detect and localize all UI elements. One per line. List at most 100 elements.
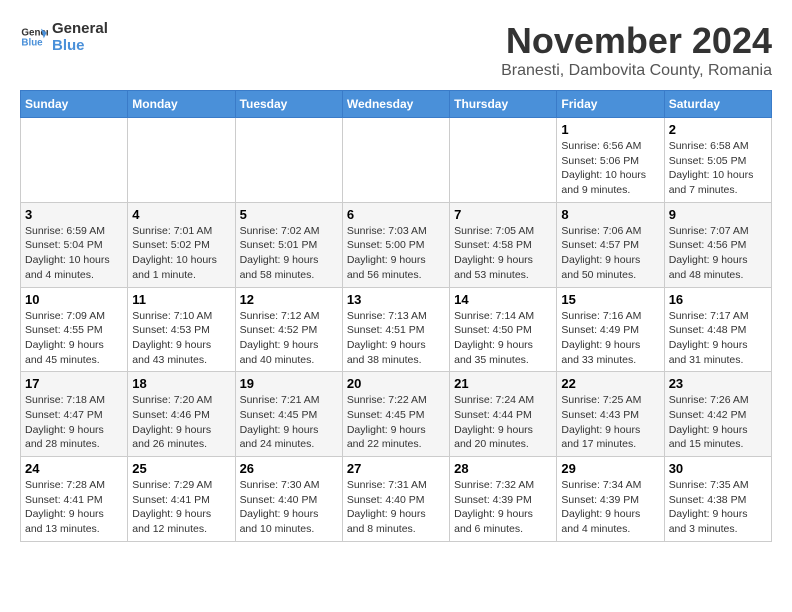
day-number: 25	[132, 461, 230, 476]
weekday-header-wednesday: Wednesday	[342, 91, 449, 118]
day-cell: 15Sunrise: 7:16 AM Sunset: 4:49 PM Dayli…	[557, 287, 664, 372]
day-number: 16	[669, 292, 767, 307]
day-number: 19	[240, 376, 338, 391]
logo-blue: Blue	[52, 37, 108, 54]
logo-general: General	[52, 20, 108, 37]
day-cell	[450, 118, 557, 203]
day-info: Sunrise: 7:28 AM Sunset: 4:41 PM Dayligh…	[25, 478, 123, 537]
day-info: Sunrise: 7:12 AM Sunset: 4:52 PM Dayligh…	[240, 309, 338, 368]
day-number: 2	[669, 122, 767, 137]
calendar-header: SundayMondayTuesdayWednesdayThursdayFrid…	[21, 91, 772, 118]
day-cell: 8 Sunrise: 7:06 AM Sunset: 4:57 PM Daylig…	[557, 202, 664, 287]
day-info: Sunrise: 7:31 AM Sunset: 4:40 PM Dayligh…	[347, 478, 445, 537]
day-cell: 6 Sunrise: 7:03 AM Sunset: 5:00 PM Daylig…	[342, 202, 449, 287]
week-row-3: 10 Sunrise: 7:09 AM Sunset: 4:55 PM Dayli…	[21, 287, 772, 372]
day-number: 13	[347, 292, 445, 307]
day-number: 14	[454, 292, 552, 307]
day-number: 21	[454, 376, 552, 391]
day-cell: 10 Sunrise: 7:09 AM Sunset: 4:55 PM Dayli…	[21, 287, 128, 372]
day-cell: 11Sunrise: 7:10 AM Sunset: 4:53 PM Dayli…	[128, 287, 235, 372]
day-info: Sunrise: 7:30 AM Sunset: 4:40 PM Dayligh…	[240, 478, 338, 537]
day-cell: 20Sunrise: 7:22 AM Sunset: 4:45 PM Dayli…	[342, 372, 449, 457]
week-row-1: 1Sunrise: 6:56 AM Sunset: 5:06 PM Daylig…	[21, 118, 772, 203]
day-number: 30	[669, 461, 767, 476]
day-info: Sunrise: 7:17 AM Sunset: 4:48 PM Dayligh…	[669, 309, 767, 368]
day-number: 5	[240, 207, 338, 222]
day-cell: 17Sunrise: 7:18 AM Sunset: 4:47 PM Dayli…	[21, 372, 128, 457]
day-info: Sunrise: 7:26 AM Sunset: 4:42 PM Dayligh…	[669, 393, 767, 452]
day-info: Sunrise: 7:25 AM Sunset: 4:43 PM Dayligh…	[561, 393, 659, 452]
weekday-header-thursday: Thursday	[450, 91, 557, 118]
day-number: 18	[132, 376, 230, 391]
logo-icon: General Blue	[20, 23, 48, 51]
title-block: November 2024 Branesti, Dambovita County…	[501, 20, 772, 80]
day-cell: 21 Sunrise: 7:24 AM Sunset: 4:44 PM Dayli…	[450, 372, 557, 457]
day-number: 15	[561, 292, 659, 307]
logo: General Blue General Blue	[20, 20, 108, 54]
day-cell: 28Sunrise: 7:32 AM Sunset: 4:39 PM Dayli…	[450, 457, 557, 542]
day-cell: 5 Sunrise: 7:02 AM Sunset: 5:01 PM Daylig…	[235, 202, 342, 287]
weekday-row: SundayMondayTuesdayWednesdayThursdayFrid…	[21, 91, 772, 118]
calendar-table: SundayMondayTuesdayWednesdayThursdayFrid…	[20, 90, 772, 542]
day-info: Sunrise: 7:24 AM Sunset: 4:44 PM Dayligh…	[454, 393, 552, 452]
day-info: Sunrise: 7:07 AM Sunset: 4:56 PM Dayligh…	[669, 224, 767, 283]
day-info: Sunrise: 7:02 AM Sunset: 5:01 PM Dayligh…	[240, 224, 338, 283]
day-number: 23	[669, 376, 767, 391]
day-info: Sunrise: 7:20 AM Sunset: 4:46 PM Dayligh…	[132, 393, 230, 452]
day-number: 22	[561, 376, 659, 391]
day-cell: 26 Sunrise: 7:30 AM Sunset: 4:40 PM Dayli…	[235, 457, 342, 542]
day-number: 4	[132, 207, 230, 222]
day-cell: 9 Sunrise: 7:07 AM Sunset: 4:56 PM Daylig…	[664, 202, 771, 287]
day-number: 6	[347, 207, 445, 222]
day-cell	[235, 118, 342, 203]
day-info: Sunrise: 7:13 AM Sunset: 4:51 PM Dayligh…	[347, 309, 445, 368]
day-cell	[21, 118, 128, 203]
day-number: 27	[347, 461, 445, 476]
day-info: Sunrise: 7:14 AM Sunset: 4:50 PM Dayligh…	[454, 309, 552, 368]
day-cell: 12 Sunrise: 7:12 AM Sunset: 4:52 PM Dayli…	[235, 287, 342, 372]
day-cell: 23 Sunrise: 7:26 AM Sunset: 4:42 PM Dayli…	[664, 372, 771, 457]
page-header: General Blue General Blue November 2024 …	[20, 20, 772, 80]
day-info: Sunrise: 7:09 AM Sunset: 4:55 PM Dayligh…	[25, 309, 123, 368]
day-info: Sunrise: 7:03 AM Sunset: 5:00 PM Dayligh…	[347, 224, 445, 283]
day-number: 9	[669, 207, 767, 222]
day-cell: 24 Sunrise: 7:28 AM Sunset: 4:41 PM Dayli…	[21, 457, 128, 542]
week-row-2: 3Sunrise: 6:59 AM Sunset: 5:04 PM Daylig…	[21, 202, 772, 287]
day-cell: 1Sunrise: 6:56 AM Sunset: 5:06 PM Daylig…	[557, 118, 664, 203]
day-number: 8	[561, 207, 659, 222]
day-number: 7	[454, 207, 552, 222]
week-row-4: 17Sunrise: 7:18 AM Sunset: 4:47 PM Dayli…	[21, 372, 772, 457]
day-info: Sunrise: 6:59 AM Sunset: 5:04 PM Dayligh…	[25, 224, 123, 283]
month-title: November 2024	[501, 20, 772, 62]
day-cell	[128, 118, 235, 203]
day-number: 24	[25, 461, 123, 476]
weekday-header-monday: Monday	[128, 91, 235, 118]
day-info: Sunrise: 7:32 AM Sunset: 4:39 PM Dayligh…	[454, 478, 552, 537]
day-info: Sunrise: 7:05 AM Sunset: 4:58 PM Dayligh…	[454, 224, 552, 283]
day-cell: 7 Sunrise: 7:05 AM Sunset: 4:58 PM Daylig…	[450, 202, 557, 287]
day-number: 10	[25, 292, 123, 307]
day-cell: 19 Sunrise: 7:21 AM Sunset: 4:45 PM Dayli…	[235, 372, 342, 457]
day-info: Sunrise: 7:18 AM Sunset: 4:47 PM Dayligh…	[25, 393, 123, 452]
day-info: Sunrise: 7:34 AM Sunset: 4:39 PM Dayligh…	[561, 478, 659, 537]
day-cell: 30 Sunrise: 7:35 AM Sunset: 4:38 PM Dayli…	[664, 457, 771, 542]
weekday-header-friday: Friday	[557, 91, 664, 118]
day-cell: 29 Sunrise: 7:34 AM Sunset: 4:39 PM Dayli…	[557, 457, 664, 542]
day-cell: 22 Sunrise: 7:25 AM Sunset: 4:43 PM Dayli…	[557, 372, 664, 457]
day-info: Sunrise: 7:21 AM Sunset: 4:45 PM Dayligh…	[240, 393, 338, 452]
day-cell: 16 Sunrise: 7:17 AM Sunset: 4:48 PM Dayli…	[664, 287, 771, 372]
day-number: 12	[240, 292, 338, 307]
day-info: Sunrise: 7:35 AM Sunset: 4:38 PM Dayligh…	[669, 478, 767, 537]
weekday-header-sunday: Sunday	[21, 91, 128, 118]
day-number: 29	[561, 461, 659, 476]
calendar-body: 1Sunrise: 6:56 AM Sunset: 5:06 PM Daylig…	[21, 118, 772, 542]
day-info: Sunrise: 7:06 AM Sunset: 4:57 PM Dayligh…	[561, 224, 659, 283]
day-cell: 18 Sunrise: 7:20 AM Sunset: 4:46 PM Dayli…	[128, 372, 235, 457]
day-cell: 3Sunrise: 6:59 AM Sunset: 5:04 PM Daylig…	[21, 202, 128, 287]
day-number: 26	[240, 461, 338, 476]
day-cell: 4Sunrise: 7:01 AM Sunset: 5:02 PM Daylig…	[128, 202, 235, 287]
week-row-5: 24 Sunrise: 7:28 AM Sunset: 4:41 PM Dayli…	[21, 457, 772, 542]
day-cell: 27 Sunrise: 7:31 AM Sunset: 4:40 PM Dayli…	[342, 457, 449, 542]
weekday-header-tuesday: Tuesday	[235, 91, 342, 118]
location-subtitle: Branesti, Dambovita County, Romania	[501, 62, 772, 80]
